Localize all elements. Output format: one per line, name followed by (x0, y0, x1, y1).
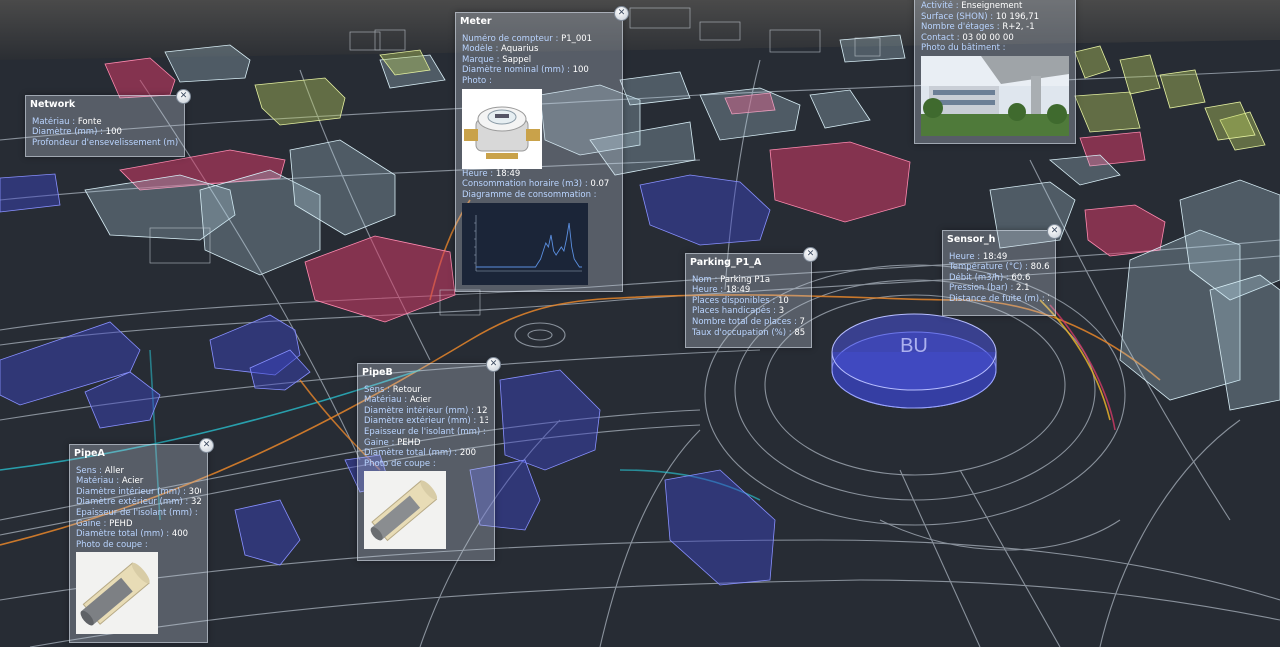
attr-row: Numéro de compteur : P1_001 (462, 33, 593, 44)
attr-row: Débit (m3/h) : 60.6 (949, 272, 1031, 283)
bu-label: BU (900, 335, 928, 357)
close-icon[interactable]: ✕ (176, 89, 191, 104)
photo-label: Photo de coupe : (364, 458, 436, 469)
panel-title: PipeA (74, 448, 105, 459)
photo-label: Photo : (462, 75, 492, 86)
attr-row: Nombre total de places : 71 (692, 316, 805, 327)
attr-row: Épaisseur de l'isolant (mm) : 77 (76, 507, 201, 518)
attr-row: Modèle : Aquarius (462, 44, 539, 55)
chart-label: Diagramme de consommation : (462, 189, 597, 200)
parking-info-panel: Parking_P1_A Nom : Parking P1a Heure : 1… (685, 247, 818, 348)
network-info-panel: Network Matériau : Fonte Diamètre (mm) :… (25, 89, 191, 157)
attr-row: Diamètre intérieur (mm) : 300 (76, 486, 201, 497)
panel-title: Parking_P1_A (690, 257, 762, 268)
close-icon[interactable]: ✕ (486, 357, 501, 372)
attr-row: Sens : Retour (364, 384, 421, 395)
attr-row: Distance de fuite (m) : 20 (949, 293, 1049, 304)
panel-title: Sensor_h (947, 234, 996, 245)
building-info-panel: Activité : Enseignement Surface (SHON) :… (914, 0, 1076, 144)
attr-row: Places disponibles : 10 (692, 295, 789, 306)
attr-row: Nom : Parking P1a (692, 274, 771, 285)
photo-label: Photo du bâtiment : (921, 43, 1006, 54)
attr-row: Gaine : PEHD (76, 518, 133, 529)
panel-body: Numéro de compteur : P1_001 Modèle : Aqu… (456, 34, 622, 293)
attr-row: Contact : 03 00 00 00 (921, 32, 1014, 43)
pipea-info-panel: PipeA Sens : Aller Matériau : Acier Diam… (69, 438, 214, 643)
attr-row: Profondeur d'ensevelissement (m) : 1 (32, 137, 178, 148)
water-meter-photo (462, 88, 542, 169)
attr-row: Diamètre (mm) : 100 (32, 127, 122, 138)
attr-row: Diamètre extérieur (mm) : 323 (76, 497, 201, 508)
attr-row: Diamètre nominal (mm) : 100 (462, 65, 589, 76)
panel-title: Network (30, 99, 76, 110)
attr-row: Heure : 18:49 (692, 285, 751, 296)
panel-body: Sens : Retour Matériau : Acier Diamètre … (358, 385, 494, 554)
pipe-cross-section-photo (76, 552, 158, 635)
photo-label: Photo de coupe : (76, 539, 148, 550)
pipe-cross-section-photo (364, 471, 446, 550)
attr-row: Matériau : Acier (364, 395, 432, 406)
building-photo (921, 55, 1069, 136)
panel-title: Meter (460, 16, 492, 27)
attr-row: Places handicapés : 3 (692, 306, 785, 317)
attr-row: Diamètre intérieur (mm) : 125 (364, 405, 488, 416)
attr-row: Épaisseur de l'isolant (mm) : 67 (364, 426, 488, 437)
close-icon[interactable]: ✕ (199, 438, 214, 453)
bu-building: BU (831, 313, 997, 409)
attr-row: Surface (SHON) : 10 196,71 (921, 11, 1040, 22)
attr-row: Diamètre extérieur (mm) : 133 (364, 416, 488, 427)
panel-body: Sens : Aller Matériau : Acier Diamètre i… (70, 466, 207, 639)
meter-info-panel: Meter Numéro de compteur : P1_001 Modèle… (455, 6, 629, 293)
attr-row: Matériau : Acier (76, 476, 144, 487)
pipeb-info-panel: PipeB Sens : Retour Matériau : Acier Dia… (357, 357, 501, 561)
attr-row: Heure : 18:49 (949, 251, 1008, 262)
panel-body: Matériau : Fonte Diamètre (mm) : 100 Pro… (26, 117, 184, 153)
attr-row: Diamètre total (mm) : 400 (76, 529, 189, 540)
consumption-chart (462, 203, 588, 286)
close-icon[interactable]: ✕ (803, 247, 818, 262)
attr-row: Matériau : Fonte (32, 116, 102, 127)
attr-row: Diamètre total (mm) : 200 (364, 448, 477, 459)
attr-row: Taux d'occupation (%) : 85.9 (692, 327, 805, 338)
close-icon[interactable]: ✕ (1047, 224, 1062, 239)
attr-row: Nombre d'étages : R+2, -1 (921, 22, 1035, 33)
attr-row: Gaine : PEHD (364, 437, 421, 448)
attr-row: Pression (bar) : 2.1 (949, 283, 1030, 294)
attr-row: Heure : 18:49 (462, 168, 521, 179)
attr-row: Marque : Sappel (462, 54, 532, 65)
panel-body: Nom : Parking P1a Heure : 18:49 Places d… (686, 275, 811, 343)
panel-title: PipeB (362, 367, 393, 378)
attr-row: Consommation horaire (m3) : 0.07 (462, 179, 610, 190)
sensor-info-panel: Sensor_h Heure : 18:49 Température (°C) … (942, 224, 1062, 316)
attr-row: Activité : Enseignement (921, 1, 1023, 11)
panel-body: Heure : 18:49 Température (°C) : 80.6 Dé… (943, 252, 1055, 309)
panel-body: Activité : Enseignement Surface (SHON) :… (915, 0, 1075, 140)
attr-row: Sens : Aller (76, 465, 124, 476)
attr-row: Température (°C) : 80.6 (949, 262, 1049, 273)
close-icon[interactable]: ✕ (614, 6, 629, 21)
chart-background (462, 203, 588, 286)
